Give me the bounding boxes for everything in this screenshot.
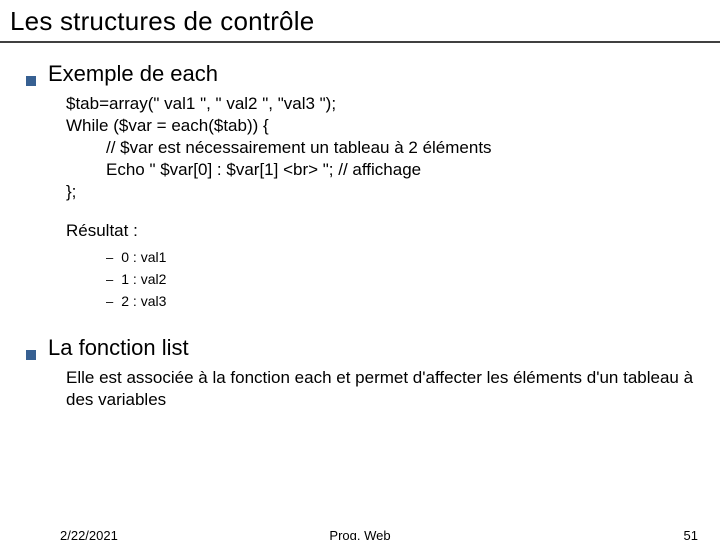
dash-bullet-icon: – — [106, 292, 113, 312]
code-line: $tab=array(" val1 ", " val2 ", "val3 "); — [66, 93, 694, 115]
footer-center: Prog. Web — [0, 528, 720, 540]
bullet-fonction-list: La fonction list — [26, 335, 694, 361]
result-item: – 2 : val3 — [106, 291, 694, 313]
heading-fonction-list: La fonction list — [48, 335, 189, 361]
result-item: – 1 : val2 — [106, 269, 694, 291]
heading-example-each: Exemple de each — [48, 61, 218, 87]
code-line-indent: // $var est nécessairement un tableau à … — [106, 137, 694, 159]
footer-page-number: 51 — [684, 528, 698, 540]
result-label: Résultat : — [66, 221, 694, 241]
square-bullet-icon — [26, 76, 36, 86]
dash-bullet-icon: – — [106, 270, 113, 290]
bullet-example-each: Exemple de each — [26, 61, 694, 87]
dash-bullet-icon: – — [106, 248, 113, 268]
result-item: – 0 : val1 — [106, 247, 694, 269]
result-text: 2 : val3 — [121, 291, 166, 313]
slide-title: Les structures de contrôle — [0, 0, 720, 41]
result-text: 0 : val1 — [121, 247, 166, 269]
code-line: While ($var = each($tab)) { — [66, 115, 694, 137]
slide-body: Exemple de each $tab=array(" val1 ", " v… — [0, 43, 720, 411]
paragraph-list: Elle est associée à la fonction each et … — [66, 367, 694, 411]
square-bullet-icon — [26, 350, 36, 360]
code-line-close: }; — [66, 181, 694, 203]
result-text: 1 : val2 — [121, 269, 166, 291]
code-line-indent: Echo " $var[0] : $var[1] <br> "; // affi… — [106, 159, 694, 181]
